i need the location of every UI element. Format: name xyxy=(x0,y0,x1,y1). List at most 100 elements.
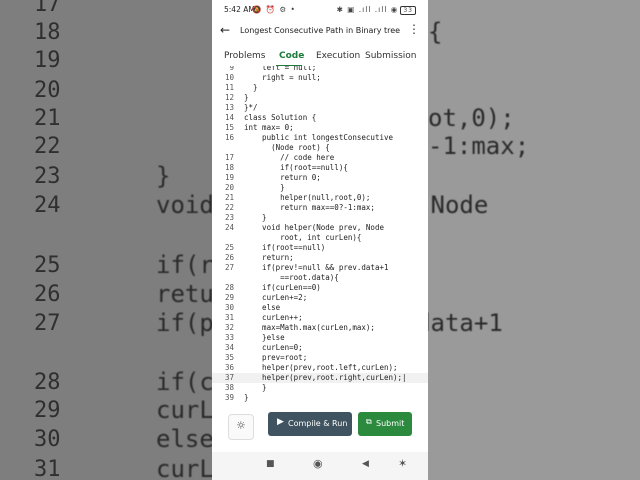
code-line[interactable]: 32 max=Math.max(curLen,max); xyxy=(212,323,428,333)
line-number: 26 xyxy=(224,253,234,262)
code-line[interactable]: ==root.data){ xyxy=(212,273,428,283)
code-line[interactable]: 28 if(curLen==0) xyxy=(212,283,428,293)
code-text: helper(prev,root.left,curLen); xyxy=(244,363,398,372)
code-text: return; xyxy=(244,253,294,262)
hint-button[interactable]: ☼ xyxy=(228,414,254,440)
code-text: curLen=0; xyxy=(244,343,303,352)
arrow-left-icon[interactable]: ← xyxy=(220,23,230,37)
code-line[interactable]: 20 } xyxy=(212,183,428,193)
code-line[interactable]: 34 curLen=0; xyxy=(212,343,428,353)
code-line[interactable]: 33 }else xyxy=(212,333,428,343)
code-text: public int longestConsecutive xyxy=(244,133,394,142)
code-line[interactable]: 15 int max= 0; xyxy=(212,123,428,133)
code-text: left = null; xyxy=(244,66,317,72)
code-editor[interactable]: 9 left = null; 10 right = null; 11 } 12} 13}… xyxy=(212,66,428,406)
background-line-number: 21 xyxy=(34,106,61,131)
status-system-icons: ✱ ▣ .ıll .ıll ◉ 33 xyxy=(337,5,416,15)
line-number: 30 xyxy=(224,303,234,312)
tab-submission[interactable]: Submission xyxy=(365,51,417,61)
triangle-back-icon[interactable]: ◀ xyxy=(362,459,369,469)
background-line-number: 19 xyxy=(34,48,61,73)
line-number: 10 xyxy=(224,73,234,82)
background-line-number: 31 xyxy=(34,457,61,480)
code-line[interactable]: 16 public int longestConsecutive xyxy=(212,133,428,143)
background-code-text: if(c xyxy=(156,368,214,396)
background-line-number: 18 xyxy=(34,20,61,45)
tab-problems[interactable]: Problems xyxy=(224,51,265,61)
accessibility-icon[interactable]: ✶ xyxy=(398,457,407,470)
background-code-text: -1:max; xyxy=(428,132,530,160)
code-line[interactable]: 12} xyxy=(212,93,428,103)
background-code-text: ot,0); xyxy=(428,104,515,132)
code-line[interactable]: 27 if(prev!=null && prev.data+1 xyxy=(212,263,428,273)
line-number: 24 xyxy=(224,223,234,232)
line-number: 20 xyxy=(224,183,234,192)
line-number: 38 xyxy=(224,383,234,392)
code-line[interactable]: 18 if(root==null){ xyxy=(212,163,428,173)
line-number: 35 xyxy=(224,353,234,362)
code-line[interactable]: 24 void helper(Node prev, Node xyxy=(212,223,428,233)
code-line[interactable]: 21 helper(null,root,0); xyxy=(212,193,428,203)
square-icon[interactable]: ■ xyxy=(266,459,275,469)
code-text: root, int curLen){ xyxy=(244,233,362,242)
tab-code[interactable]: Code xyxy=(279,51,304,61)
line-number: 23 xyxy=(224,213,234,222)
code-text: }*/ xyxy=(244,103,258,112)
code-line[interactable]: 11 } xyxy=(212,83,428,93)
tab-execution[interactable]: Execution xyxy=(316,51,360,61)
code-line[interactable]: 26 return; xyxy=(212,253,428,263)
code-line[interactable]: 36 helper(prev,root.left,curLen); xyxy=(212,363,428,373)
code-line[interactable]: root, int curLen){ xyxy=(212,233,428,243)
code-text: helper(prev,root.right,curLen);| xyxy=(244,373,407,382)
code-line[interactable]: 10 right = null; xyxy=(212,73,428,83)
background-line-number: 29 xyxy=(34,398,61,423)
line-number: 29 xyxy=(224,293,234,302)
code-line[interactable]: 29 curLen+=2; xyxy=(212,293,428,303)
code-line[interactable]: 9 left = null; xyxy=(212,66,428,73)
code-text: curLen++; xyxy=(244,313,303,322)
code-line[interactable]: 37 helper(prev,root.right,curLen);| xyxy=(212,373,428,383)
code-line[interactable]: 13}*/ xyxy=(212,103,428,113)
submit-button[interactable]: ⧉ Submit xyxy=(358,412,412,436)
code-line[interactable]: 19 return 0; xyxy=(212,173,428,183)
code-text: curLen+=2; xyxy=(244,293,308,302)
battery-icon: 33 xyxy=(400,6,416,15)
line-number: 34 xyxy=(224,343,234,352)
code-line[interactable]: (Node root) { xyxy=(212,143,428,153)
background-line-number: 17 xyxy=(34,0,61,17)
code-text: else xyxy=(244,303,281,312)
code-line[interactable]: 30 else xyxy=(212,303,428,313)
title-bar: ← Longest Consecutive Path in Binary tre… xyxy=(212,20,428,44)
background-code-text: retu xyxy=(156,280,214,308)
code-text: max=Math.max(curLen,max); xyxy=(244,323,375,332)
code-line[interactable]: 14 class Solution { xyxy=(212,113,428,123)
code-text: if(root==null){ xyxy=(244,163,348,172)
code-line[interactable]: 31 curLen++; xyxy=(212,313,428,323)
background-code-text: } xyxy=(156,162,171,190)
code-text: } xyxy=(244,183,285,192)
status-notification-icons: 🔕 ⏰ ⚙ • xyxy=(252,5,296,14)
play-icon: ▶ xyxy=(277,417,284,427)
code-line[interactable]: 17 // code here xyxy=(212,153,428,163)
background-line-number: 22 xyxy=(34,134,61,159)
compile-run-label: Compile & Run xyxy=(288,419,348,428)
line-number: 32 xyxy=(224,323,234,332)
code-line[interactable]: 38 } xyxy=(212,383,428,393)
code-text: } xyxy=(244,83,258,92)
background-line-number: 30 xyxy=(34,427,61,452)
line-number: 15 xyxy=(224,123,234,132)
code-line[interactable]: 39} xyxy=(212,393,428,403)
line-number: 37 xyxy=(224,373,234,382)
compile-run-button[interactable]: ▶ Compile & Run xyxy=(268,412,352,436)
circle-icon[interactable]: ◉ xyxy=(313,457,323,470)
problem-title: Longest Consecutive Path in Binary tree xyxy=(240,26,401,35)
code-line[interactable]: 23 } xyxy=(212,213,428,223)
code-text: if(curLen==0) xyxy=(244,283,321,292)
code-line[interactable]: 22 return max==0?-1:max; xyxy=(212,203,428,213)
line-number: 21 xyxy=(224,193,234,202)
line-number: 31 xyxy=(224,313,234,322)
more-vertical-icon[interactable]: ⋮ xyxy=(408,22,420,36)
code-line[interactable]: 25 if(root==null) xyxy=(212,243,428,253)
code-text: right = null; xyxy=(244,73,321,82)
code-line[interactable]: 35 prev=root; xyxy=(212,353,428,363)
